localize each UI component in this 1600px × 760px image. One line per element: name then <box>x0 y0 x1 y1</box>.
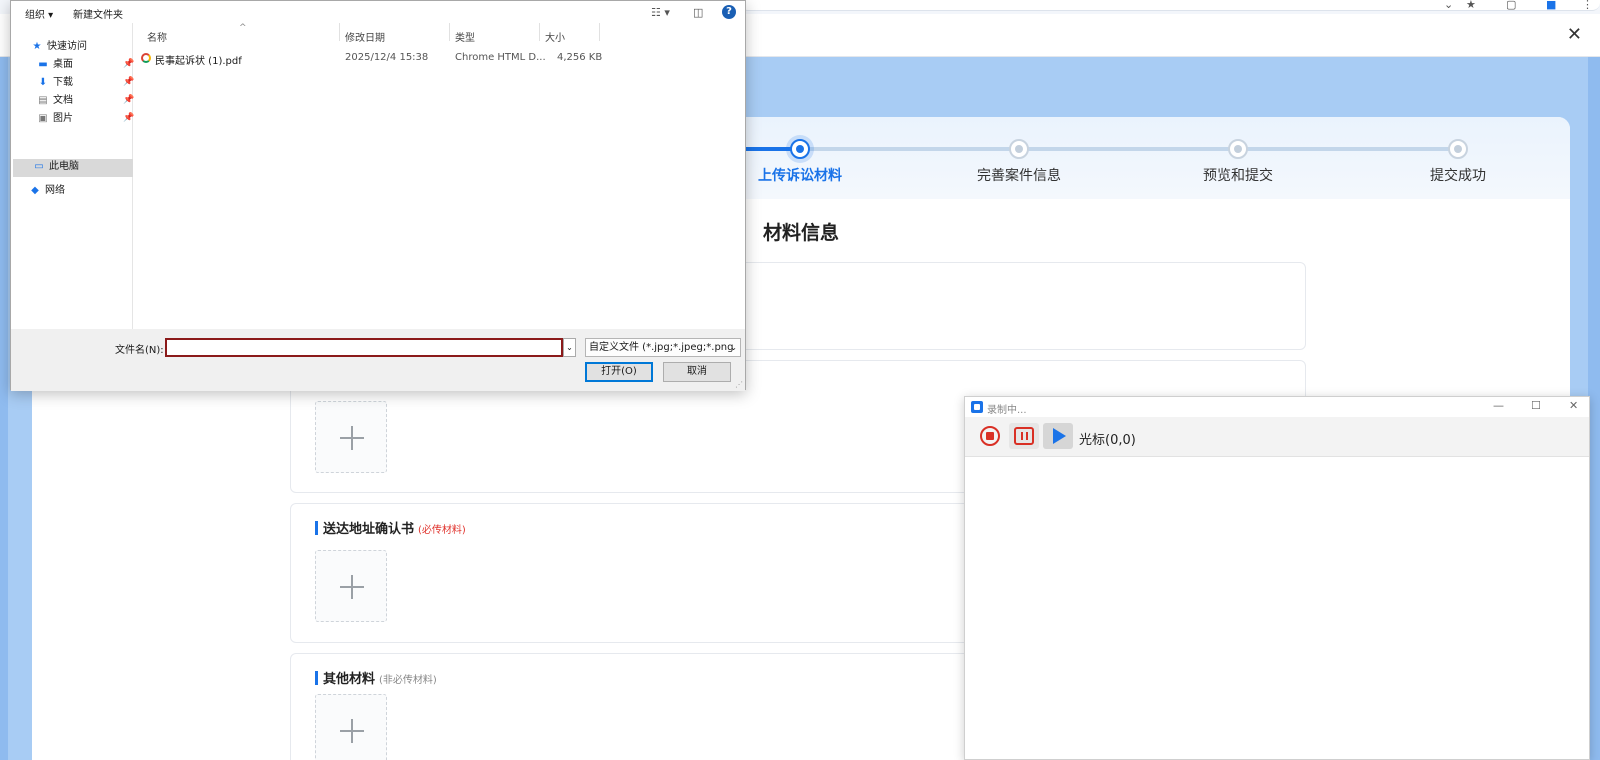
nav-this-pc[interactable]: ▭ 此电脑 <box>33 159 79 175</box>
step-label-case-info: 完善案件信息 <box>977 168 1061 184</box>
file-open-dialog: 组织 ▾ 新建文件夹 ☷ ▾ ◫ ? ★ 快速访问 ▬ 桌面 📌 ⬇ 下载 📌 ▤ 文档… <box>10 0 746 391</box>
nav-label: 桌面 <box>53 59 73 70</box>
upload-plus-button[interactable] <box>315 694 387 760</box>
computer-icon: ▭ <box>34 161 44 172</box>
cancel-button[interactable]: 取消 <box>663 362 731 382</box>
nav-documents[interactable]: ▤ 文档 <box>37 93 73 109</box>
nav-label: 图片 <box>53 113 73 124</box>
organize-menu[interactable]: 组织 ▾ <box>25 6 53 21</box>
file-row[interactable]: 民事起诉状 (1).pdf 2025/12/4 15:38 Chrome HTM… <box>137 49 727 67</box>
step-dot-upload <box>790 139 810 159</box>
recorder-app-icon <box>971 401 983 413</box>
step-dot-case-info <box>1009 139 1029 159</box>
section-title: 材料信息 <box>763 222 840 244</box>
panel-heading: 其他材料 (非必传材料) <box>315 668 437 687</box>
pause-button[interactable] <box>1009 423 1039 449</box>
required-note: (必传材料) <box>418 525 466 536</box>
nav-label: 文档 <box>53 95 73 106</box>
dialog-footer: 文件名(N): ⌄ 自定义文件 (*.jpg;*.jpeg;*.png ⌄ 打开… <box>11 329 745 391</box>
panel-title: 其他材料 <box>323 672 376 687</box>
recording-window: 录制中... — ☐ ✕ 光标(0,0) <box>964 396 1590 760</box>
bookmark-star-icon[interactable]: ★ <box>1466 0 1476 11</box>
file-type: Chrome HTML D... <box>455 52 546 63</box>
filename-input[interactable] <box>165 338 563 357</box>
column-header-type[interactable]: 类型 <box>455 29 475 44</box>
cursor-position-readout: 光标(0,0) <box>1079 433 1136 448</box>
heading-accent-bar <box>315 671 318 685</box>
nav-quick-access[interactable]: ★ 快速访问 <box>31 39 87 55</box>
tab-search-icon[interactable]: ▢ <box>1506 0 1516 11</box>
optional-note: (非必传材料) <box>379 675 437 686</box>
nav-label: 快速访问 <box>47 41 87 52</box>
filename-label: 文件名(N): <box>115 345 164 356</box>
stop-record-button[interactable] <box>975 423 1005 449</box>
step-label-success: 提交成功 <box>1430 168 1486 184</box>
network-icon: ◆ <box>31 185 39 196</box>
nav-label: 网络 <box>45 185 65 196</box>
play-icon <box>1053 428 1066 444</box>
column-header-name[interactable]: 名称 <box>147 29 167 44</box>
resize-grip-icon[interactable]: ⋰ <box>735 380 743 389</box>
file-type-filter[interactable]: 自定义文件 (*.jpg;*.jpeg;*.png ⌄ <box>585 338 741 357</box>
heading-accent-bar <box>315 521 318 535</box>
file-list: ^ 名称 修改日期 类型 大小 民事起诉状 (1).pdf 2025/12/4 … <box>133 23 745 329</box>
nav-desktop[interactable]: ▬ 桌面 <box>37 57 73 73</box>
profile-icon[interactable]: ■ <box>1546 0 1556 11</box>
dialog-toolbar: 组织 ▾ 新建文件夹 ☷ ▾ ◫ ? <box>11 1 745 23</box>
file-name: 民事起诉状 (1).pdf <box>155 56 242 67</box>
sort-caret-icon: ^ <box>239 23 247 33</box>
step-track-pending <box>800 147 1458 151</box>
filter-value: 自定义文件 (*.jpg;*.jpeg;*.png <box>589 342 734 353</box>
step-dot-preview <box>1228 139 1248 159</box>
chrome-pdf-icon <box>141 53 151 63</box>
play-button[interactable] <box>1043 423 1073 449</box>
step-label-preview: 预览和提交 <box>1203 168 1273 184</box>
column-divider <box>539 23 540 41</box>
close-icon[interactable]: ✕ <box>1567 24 1582 45</box>
menu-icon[interactable]: ⋮ <box>1582 0 1593 11</box>
help-icon[interactable]: ? <box>722 5 736 19</box>
open-button[interactable]: 打开(O) <box>585 362 653 382</box>
step-label-upload: 上传诉讼材料 <box>758 168 842 184</box>
column-divider <box>599 23 600 41</box>
star-icon: ★ <box>32 41 42 52</box>
nav-pictures[interactable]: ▣ 图片 <box>37 111 73 127</box>
document-icon: ▤ <box>38 95 48 106</box>
nav-label: 此电脑 <box>49 161 79 172</box>
pause-icon <box>1014 427 1034 445</box>
download-arrow-icon: ⬇ <box>38 77 48 88</box>
filename-dropdown-icon[interactable]: ⌄ <box>563 338 576 357</box>
picture-icon: ▣ <box>38 113 48 124</box>
page-left-edge <box>0 57 8 760</box>
desktop-icon: ▬ <box>38 59 48 70</box>
step-dot-success <box>1448 139 1468 159</box>
maximize-icon[interactable]: ☐ <box>1531 399 1541 412</box>
upload-plus-button[interactable] <box>315 550 387 622</box>
panel-title: 送达地址确认书 <box>323 522 415 537</box>
nav-label: 下载 <box>53 77 73 88</box>
file-modified: 2025/12/4 15:38 <box>345 52 429 63</box>
view-options-icon[interactable]: ☷ ▾ <box>651 6 670 19</box>
new-folder-button[interactable]: 新建文件夹 <box>73 6 123 21</box>
organize-label: 组织 <box>25 10 45 21</box>
stop-square-icon <box>986 432 994 440</box>
column-header-modified[interactable]: 修改日期 <box>345 29 385 44</box>
column-divider <box>449 23 450 41</box>
file-size: 4,256 KB <box>557 52 603 63</box>
nav-downloads[interactable]: ⬇ 下载 <box>37 75 73 91</box>
upload-plus-button[interactable] <box>315 401 387 473</box>
recording-titlebar: 录制中... — ☐ ✕ <box>965 397 1589 417</box>
panel-heading: 送达地址确认书 (必传材料) <box>315 518 466 537</box>
navigation-pane: ★ 快速访问 ▬ 桌面 📌 ⬇ 下载 📌 ▤ 文档 📌 ▣ 图片 📌 ▭ 此电脑 ◆ 网络 <box>11 23 134 329</box>
column-header-size[interactable]: 大小 <box>545 29 565 44</box>
preview-pane-icon[interactable]: ◫ <box>693 6 703 19</box>
close-icon[interactable]: ✕ <box>1569 399 1578 412</box>
extension-icon[interactable]: ⌄ <box>1444 0 1453 11</box>
recording-toolbar: 光标(0,0) <box>965 417 1589 457</box>
chevron-down-icon: ⌄ <box>730 343 737 352</box>
nav-network[interactable]: ◆ 网络 <box>29 183 65 199</box>
minimize-icon[interactable]: — <box>1493 399 1504 412</box>
column-divider <box>339 23 340 41</box>
recording-title: 录制中... <box>987 405 1027 416</box>
